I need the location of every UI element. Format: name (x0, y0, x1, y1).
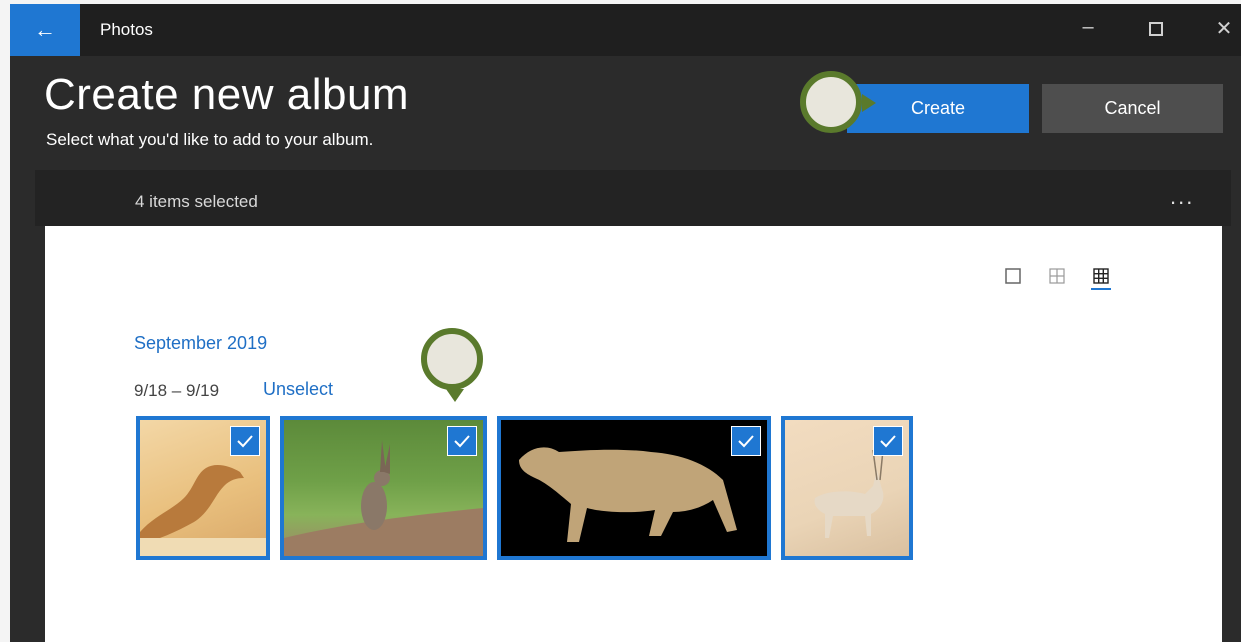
checkmark-icon[interactable] (873, 426, 903, 456)
photo-thumbnail[interactable] (781, 416, 913, 560)
photo-thumbnail[interactable] (136, 416, 270, 560)
close-button[interactable]: ✕ (1204, 16, 1241, 41)
page-title: Create new album (44, 70, 410, 119)
date-range: 9/18 – 9/19 (134, 381, 220, 400)
more-icon[interactable]: ... (1170, 184, 1194, 210)
selection-bar: 4 items selected ... (35, 170, 1231, 226)
page-subtitle: Select what you'd like to add to your al… (46, 130, 374, 149)
photos-window: ← Photos – ✕ Create new album Select wha… (10, 4, 1241, 642)
checkmark-icon[interactable] (230, 426, 260, 456)
view-large-icon[interactable] (1003, 266, 1023, 286)
photo-thumbnail[interactable] (280, 416, 487, 560)
photo-grid-panel: September 2019 9/18 – 9/19 Unselect (45, 226, 1222, 642)
month-heading: September 2019 (134, 333, 268, 353)
minimize-icon: – (1082, 16, 1094, 38)
selection-count: 4 items selected (135, 192, 258, 211)
minimize-button[interactable]: – (1068, 16, 1108, 39)
checkmark-icon[interactable] (731, 426, 761, 456)
callout-marker (421, 328, 483, 402)
title-bar: ← Photos – ✕ (10, 4, 1241, 56)
maximize-button[interactable] (1136, 16, 1176, 42)
maximize-icon (1149, 22, 1163, 36)
cancel-button[interactable]: Cancel (1042, 84, 1223, 133)
photo-thumbnail[interactable] (497, 416, 771, 560)
close-icon: ✕ (1215, 18, 1233, 40)
callout-marker (800, 71, 876, 133)
back-arrow-icon: ← (34, 17, 56, 42)
app-title: Photos (100, 20, 153, 39)
view-medium-icon[interactable] (1047, 266, 1067, 286)
back-button[interactable]: ← (10, 4, 80, 56)
view-small-icon[interactable] (1091, 268, 1111, 290)
checkmark-icon[interactable] (447, 426, 477, 456)
unselect-link[interactable]: Unselect (263, 379, 333, 400)
view-size-toggle (1003, 262, 1111, 290)
sand-cat-image (519, 447, 737, 542)
